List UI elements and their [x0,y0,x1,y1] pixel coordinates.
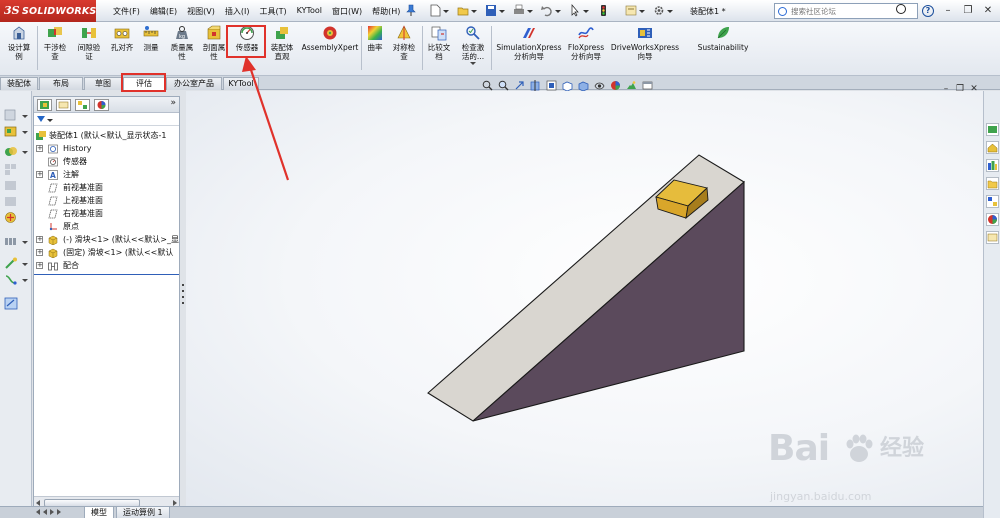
bottom-tab-bar: 模型 运动算例 1 [0,506,983,518]
home-icon[interactable] [986,141,999,154]
first-tab-icon[interactable] [36,509,40,515]
solidworks-resources-icon[interactable] [986,123,999,136]
view-palette-icon[interactable] [986,195,999,208]
design-library-icon[interactable] [986,159,999,172]
tab-navigation [36,509,61,515]
previous-tab-icon[interactable] [43,509,47,515]
custom-properties-icon[interactable] [986,231,999,244]
task-pane-tabs [983,91,1000,518]
tab-model[interactable]: 模型 [84,507,114,518]
last-tab-icon[interactable] [57,509,61,515]
next-tab-icon[interactable] [50,509,54,515]
watermark-url: jingyan.baidu.com [770,490,872,503]
tab-motion-study-1[interactable]: 运动算例 1 [116,507,170,518]
appearances-scenes-icon[interactable] [986,213,999,226]
watermark-experience: 经验 [880,436,925,461]
file-explorer-icon[interactable] [986,177,999,190]
watermark-brand: Bai [768,428,830,469]
baidu-paw-icon [846,434,873,462]
